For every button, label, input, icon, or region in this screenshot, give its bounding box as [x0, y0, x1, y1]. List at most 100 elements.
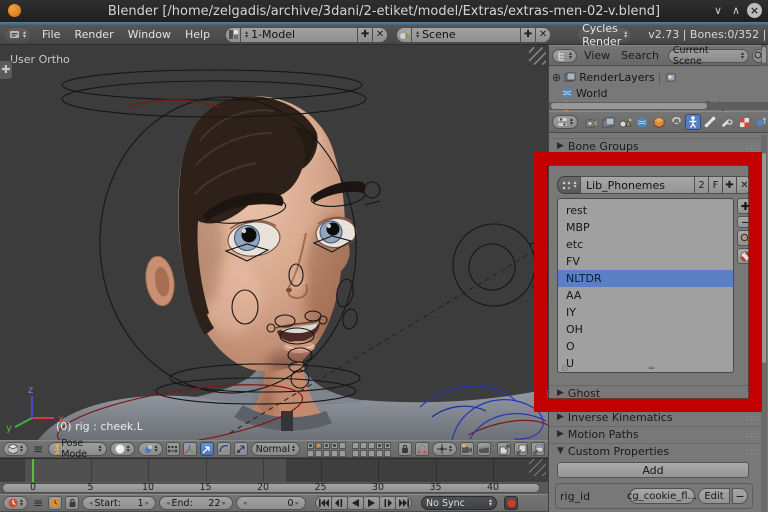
timeline-frames-area[interactable] — [0, 458, 548, 482]
layer-cell[interactable] — [315, 442, 322, 449]
outliner-row-world[interactable]: World — [549, 85, 768, 101]
layer-cell[interactable] — [376, 442, 383, 449]
editor-type-view3d-selector[interactable]: ▴▾ — [3, 442, 28, 456]
screen-layout-icon-button[interactable] — [225, 27, 241, 43]
lock-time-cursor-toggle[interactable] — [65, 496, 79, 510]
jump-to-end-button[interactable] — [395, 496, 412, 510]
outliner-view-menu[interactable]: View — [580, 49, 614, 62]
copy-pose-button[interactable] — [497, 442, 511, 456]
outliner-search-menu[interactable]: Search — [617, 49, 663, 62]
outliner-row-renderlayers[interactable]: ⊕ RenderLayers | — [549, 69, 768, 85]
custom-property-edit-button[interactable]: Edit — [698, 488, 730, 504]
frame-end-field[interactable]: ◂End:22▸ — [159, 496, 233, 510]
layer-cell[interactable] — [331, 450, 338, 457]
av-sync-selector[interactable]: No Sync▴▾ — [421, 496, 497, 510]
tab-object[interactable] — [651, 114, 667, 130]
panel-header-motion-paths[interactable]: ▶Motion Paths:::: — [549, 426, 768, 441]
custom-property-remove-button[interactable]: − — [732, 488, 748, 504]
layer-cell[interactable] — [323, 450, 330, 457]
layer-cell[interactable] — [368, 450, 375, 457]
layer-cell[interactable] — [384, 450, 391, 457]
tab-render[interactable] — [583, 114, 599, 130]
screen-layout-delete-button[interactable]: ✕ — [372, 27, 388, 43]
jump-prev-keyframe-button[interactable] — [331, 496, 348, 510]
outliner-filter-selector[interactable]: Current Scene▴▾ — [668, 49, 749, 63]
snap-toggle[interactable] — [415, 442, 429, 456]
panel-header-custom-properties[interactable]: ▼Custom Properties:::: — [549, 443, 768, 458]
window-maximize-icon[interactable]: ∧ — [732, 0, 740, 22]
editor-type-outliner-selector[interactable]: ▴▾ — [552, 49, 577, 63]
tab-object-data-armature[interactable] — [685, 114, 701, 130]
tab-physics[interactable] — [753, 114, 768, 130]
jump-next-keyframe-button[interactable] — [379, 496, 396, 510]
layer-cell[interactable] — [339, 450, 346, 457]
layer-cell[interactable] — [360, 450, 367, 457]
custom-property-value-field[interactable]: cg_cookie_fl... — [629, 488, 695, 504]
timeline-menu-button[interactable]: ≡ — [31, 496, 45, 510]
tab-bone[interactable] — [702, 114, 718, 130]
expand-icon[interactable]: ⊕ — [552, 71, 561, 84]
layer-cell[interactable] — [331, 442, 338, 449]
layer-cell[interactable] — [307, 450, 314, 457]
screen-layout-add-button[interactable]: ✚ — [357, 27, 373, 43]
window-minimize-icon[interactable]: ∨ — [714, 0, 722, 22]
outliner-h-scrollbar[interactable] — [549, 102, 768, 110]
layers-grid-1[interactable] — [307, 442, 346, 457]
manipulator-rotate-button[interactable] — [217, 442, 231, 456]
record-auto-keyframe-toggle[interactable] — [504, 496, 518, 510]
manipulator-translate-button[interactable] — [200, 442, 214, 456]
scene-icon-button[interactable] — [396, 27, 412, 43]
layer-cell[interactable] — [323, 442, 330, 449]
scene-add-button[interactable]: ✚ — [520, 27, 536, 43]
transform-orientation-selector[interactable]: Normal▴▾ — [251, 442, 300, 456]
window-close-icon[interactable]: × — [747, 3, 762, 18]
frame-start-field[interactable]: ◂Start:1▸ — [82, 496, 156, 510]
play-button[interactable] — [363, 496, 380, 510]
layer-cell[interactable] — [368, 442, 375, 449]
viewport-3d[interactable]: x y z User Ortho (0) rig : cheek.L — [0, 45, 548, 440]
paste-flipped-pose-button[interactable] — [531, 442, 545, 456]
tab-textures[interactable] — [736, 114, 752, 130]
tab-scene[interactable] — [617, 114, 633, 130]
play-reverse-button[interactable] — [347, 496, 364, 510]
paste-pose-button[interactable] — [514, 442, 528, 456]
current-frame-field[interactable]: ◂0▸ — [236, 496, 306, 510]
snap-element-selector[interactable]: ▴▾ — [432, 442, 457, 456]
editor-type-info-selector[interactable]: ▴▾ — [4, 27, 31, 43]
lock-to-scene-toggle[interactable] — [398, 442, 412, 456]
opengl-render-animation-button[interactable] — [477, 442, 491, 456]
opengl-render-button[interactable] — [460, 442, 474, 456]
pivot-point-selector[interactable]: ▴▾ — [138, 442, 163, 456]
editor-type-properties-selector[interactable]: ▴▾ — [552, 115, 578, 129]
outliner-v-scrollbar[interactable] — [761, 45, 767, 66]
layer-cell[interactable] — [376, 450, 383, 457]
layer-cell[interactable] — [352, 442, 359, 449]
timeline-current-frame-cursor[interactable] — [32, 459, 34, 482]
menu-help[interactable]: Help — [178, 28, 217, 41]
layer-cell[interactable] — [307, 442, 314, 449]
scene-selector[interactable]: ▴▾Scene — [411, 27, 521, 43]
jump-to-start-button[interactable] — [315, 496, 332, 510]
menu-render[interactable]: Render — [67, 28, 120, 41]
toolshelf-expand-tab[interactable]: ✚ — [0, 60, 13, 80]
manipulate-center-points-toggle[interactable] — [166, 442, 180, 456]
scene-delete-button[interactable]: ✕ — [535, 27, 551, 43]
custom-property-add-button[interactable]: Add — [557, 462, 749, 478]
panel-header-bone-groups[interactable]: ▶Bone Groups:::: — [549, 138, 768, 153]
layer-cell[interactable] — [315, 450, 322, 457]
viewport-corner-grip[interactable] — [529, 48, 546, 65]
timeline-resize-grip[interactable] — [529, 459, 546, 476]
mode-selector[interactable]: Pose Mode ▴▾ — [48, 442, 107, 456]
layer-cell[interactable] — [360, 442, 367, 449]
menu-file[interactable]: File — [35, 28, 67, 41]
manipulator-scale-button[interactable] — [234, 442, 248, 456]
menu-window[interactable]: Window — [121, 28, 178, 41]
view3d-menu-button[interactable]: ≡ — [31, 442, 45, 456]
manipulator-toggle[interactable] — [183, 442, 197, 456]
timeline-scrollbar-thumb[interactable] — [2, 483, 540, 493]
layers-grid-2[interactable] — [352, 442, 391, 457]
tab-render-layers[interactable] — [600, 114, 616, 130]
tab-bone-constraints[interactable] — [719, 114, 735, 130]
viewport-shading-selector[interactable]: ▴▾ — [110, 442, 135, 456]
use-preview-range-toggle[interactable] — [48, 496, 62, 510]
